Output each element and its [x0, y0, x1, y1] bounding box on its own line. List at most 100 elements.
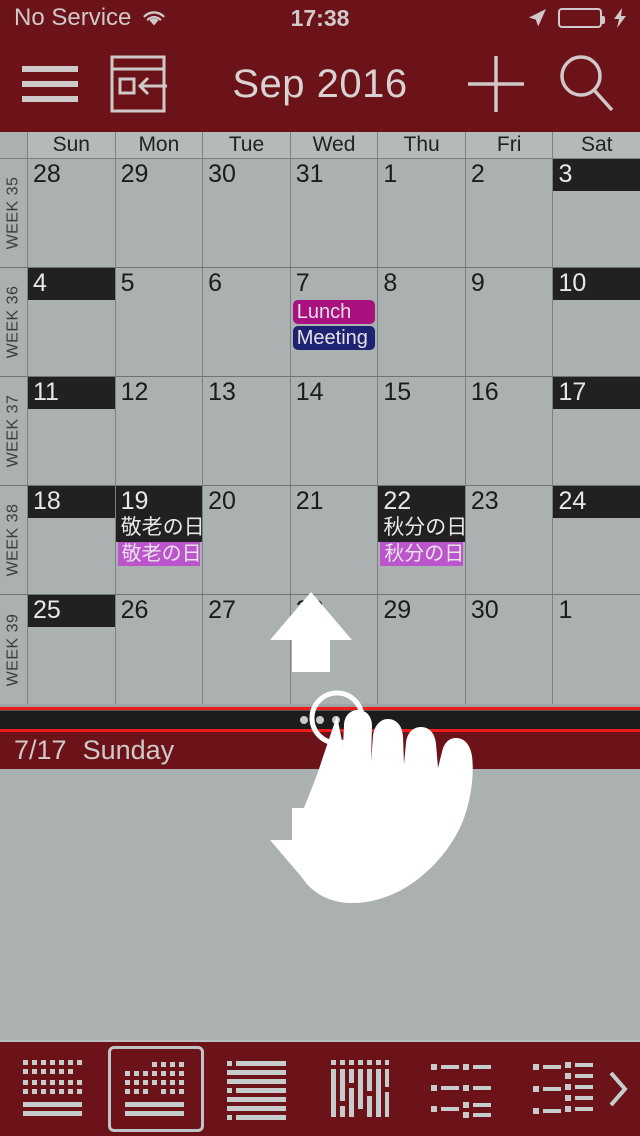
calendar-day-cell[interactable]: 23: [465, 486, 554, 594]
day-number: 28: [33, 160, 61, 188]
calendar-day-cell[interactable]: 3: [553, 159, 640, 267]
week-number-label: WEEK 37: [0, 377, 28, 485]
handle-bar[interactable]: [0, 710, 640, 729]
day-detail-event-list[interactable]: [0, 769, 640, 1040]
holiday-label: 秋分の日: [383, 516, 466, 539]
day-number: 3: [558, 160, 573, 188]
panel-drag-handle[interactable]: [0, 707, 640, 732]
calendar-day-cell[interactable]: 4: [28, 268, 116, 376]
status-bar-right: [526, 7, 628, 29]
view-list-rows-icon[interactable]: [210, 1046, 306, 1132]
calendar-day-cell[interactable]: 6: [203, 268, 291, 376]
day-cell-header: 19 敬老の日: [115, 486, 204, 542]
day-cell-header: 28: [291, 595, 378, 627]
weekday-header-sun: Sun: [28, 132, 116, 158]
calendar-week-row: WEEK 38 18 19 敬老の日 敬老の日 20 21 22 秋分の日 秋分の日 23 24: [0, 486, 640, 595]
calendar-grid[interactable]: Sun Mon Tue Wed Thu Fri Sat WEEK 35 28 29 3…: [0, 132, 640, 707]
calendar-day-cell[interactable]: 31: [290, 159, 379, 267]
day-number: 1: [383, 160, 398, 188]
calendar-day-cell[interactable]: 15: [378, 377, 466, 485]
day-cell-header: 11: [28, 377, 115, 409]
calendar-day-cell[interactable]: 18: [28, 486, 116, 594]
calendar-day-cell[interactable]: 19 敬老の日 敬老の日: [115, 486, 204, 594]
calendar-day-cell[interactable]: 21: [290, 486, 379, 594]
event-chip[interactable]: Meeting: [292, 326, 376, 350]
week-number-text: WEEK 39: [4, 613, 22, 686]
day-number: 10: [558, 269, 587, 297]
day-number: 18: [33, 487, 61, 515]
calendar-day-cell[interactable]: 14: [290, 377, 379, 485]
calendar-week-row: WEEK 37 11 12 13 14 15 16 17: [0, 377, 640, 486]
calendar-day-cell[interactable]: 17: [553, 377, 640, 485]
calendar-day-cell[interactable]: 16: [465, 377, 554, 485]
day-cell-header: 9: [466, 268, 553, 300]
page-title: Sep 2016: [232, 61, 408, 106]
event-chip[interactable]: 敬老の日: [117, 542, 201, 566]
calendar-day-cell[interactable]: 27: [203, 595, 291, 704]
view-week-columns-icon[interactable]: [312, 1046, 408, 1132]
day-number: 5: [120, 269, 135, 297]
calendar-weeks: WEEK 35 28 29 30 31 1 2 3 WEEK 36 4 5 6 7 Lunch Meetin…: [0, 159, 640, 704]
calendar-day-cell[interactable]: 25: [28, 595, 116, 704]
calendar-day-cell[interactable]: 22 秋分の日 秋分の日: [378, 486, 466, 594]
calendar-day-cell[interactable]: 24: [553, 486, 640, 594]
day-cell-header: 22 秋分の日: [378, 486, 465, 542]
day-detail-header[interactable]: 7/17 Sunday: [0, 732, 640, 769]
day-number: 6: [208, 269, 223, 297]
calendar-day-cell[interactable]: 1: [553, 595, 640, 704]
plus-icon[interactable]: [460, 48, 532, 120]
day-number: 2: [470, 160, 485, 188]
calendar-day-cell[interactable]: 26: [115, 595, 204, 704]
calendar-day-cell[interactable]: 5: [115, 268, 204, 376]
calendar-day-cell[interactable]: 30: [465, 595, 554, 704]
weekday-header-row: Sun Mon Tue Wed Thu Fri Sat: [0, 132, 640, 159]
jump-to-today-icon[interactable]: [100, 46, 176, 122]
calendar-day-cell[interactable]: 13: [203, 377, 291, 485]
calendar-week-row: WEEK 35 28 29 30 31 1 2 3: [0, 159, 640, 268]
day-cell-header: 21: [291, 486, 378, 518]
week-number-text: WEEK 38: [4, 503, 22, 577]
event-chip[interactable]: 秋分の日: [380, 542, 463, 566]
week-number-text: WEEK 35: [4, 176, 22, 250]
calendar-day-cell[interactable]: 9: [465, 268, 554, 376]
day-cell-header: 8: [378, 268, 465, 300]
day-number: 8: [383, 269, 398, 297]
calendar-day-cell[interactable]: 1: [378, 159, 466, 267]
calendar-day-cell[interactable]: 30: [203, 159, 291, 267]
day-cell-header: 14: [291, 377, 378, 409]
calendar-day-cell[interactable]: 29: [378, 595, 466, 704]
calendar-day-cell[interactable]: 28: [290, 595, 379, 704]
calendar-day-cell[interactable]: 2: [465, 159, 554, 267]
event-chip[interactable]: Lunch: [292, 300, 376, 324]
view-agenda-detail-icon[interactable]: [516, 1046, 612, 1132]
day-cell-header: 15: [378, 377, 465, 409]
calendar-day-cell[interactable]: 12: [115, 377, 204, 485]
calendar-day-cell[interactable]: 29: [115, 159, 204, 267]
chevron-right-icon[interactable]: [604, 1065, 632, 1113]
calendar-day-cell[interactable]: 11: [28, 377, 116, 485]
calendar-week-row: WEEK 39 25 26 27 28 29 30 1: [0, 595, 640, 704]
calendar-day-cell[interactable]: 8: [378, 268, 466, 376]
day-cell-header: 5: [116, 268, 203, 300]
calendar-app: No Service 17:38 Sep 2016 Sun Mon Tue We…: [0, 0, 640, 1136]
calendar-day-cell[interactable]: 28: [28, 159, 116, 267]
search-icon[interactable]: [550, 48, 622, 120]
day-number: 26: [120, 596, 149, 624]
calendar-day-cell[interactable]: 10: [553, 268, 640, 376]
weekday-header-sat: Sat: [580, 133, 613, 156]
day-cell-header: 30: [466, 595, 553, 627]
calendar-day-cell[interactable]: 20: [203, 486, 291, 594]
holiday-label: 敬老の日: [120, 516, 204, 539]
day-cell-header: 10: [553, 268, 640, 300]
day-cell-header: 26: [116, 595, 203, 627]
day-cell-header: 1: [553, 595, 640, 627]
day-cell-header: 31: [291, 159, 378, 191]
view-month-icon[interactable]: [108, 1046, 204, 1132]
calendar-day-cell[interactable]: 7 Lunch Meeting: [290, 268, 379, 376]
day-number: 21: [295, 487, 324, 515]
day-number: 29: [120, 160, 149, 188]
view-agenda-icon[interactable]: [414, 1046, 510, 1132]
view-multi-month-icon[interactable]: [6, 1046, 102, 1132]
hamburger-menu-icon[interactable]: [18, 52, 82, 116]
day-cell-header: 24: [553, 486, 640, 518]
